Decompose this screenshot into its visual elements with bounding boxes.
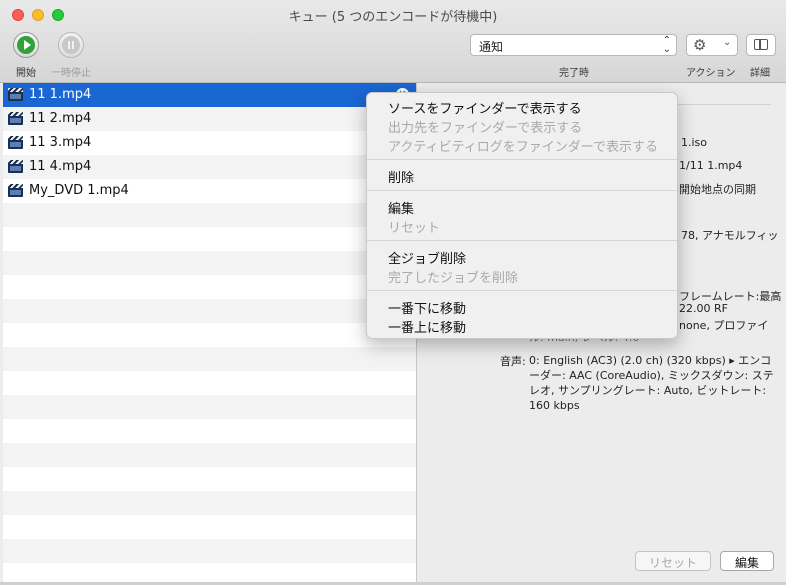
detail-range-fragment: 開始地点の同期 — [679, 183, 756, 196]
start-icon — [17, 36, 35, 54]
menu-item-move-to-bottom[interactable]: 一番下に移動 — [388, 298, 466, 317]
menu-separator — [367, 240, 677, 241]
detail-source-fragment: 1.iso — [681, 136, 708, 149]
menu-separator — [367, 190, 677, 191]
window-title: キュー (5 つのエンコードが待機中) — [288, 10, 498, 25]
queue-window: キュー (5 つのエンコードが待機中) 開始 一時停止 通知 ⌃ ⌄ 完了時 ⚙ … — [0, 0, 786, 585]
queue-list[interactable]: 11 1.mp4 ✕ 11 2.mp4 11 3.mp4 11 4.mp4 My… — [3, 83, 417, 582]
detail-profile-fragment: none, プロファイ — [679, 319, 769, 332]
menu-item-delete-all-jobs[interactable]: 全ジョブ削除 — [388, 248, 466, 267]
action-label: アクション — [686, 68, 736, 79]
updown-arrows-icon: ⌃ ⌄ — [662, 35, 671, 55]
queue-item-name: 11 4.mp4 — [29, 159, 92, 174]
toolbar: キュー (5 つのエンコードが待機中) 開始 一時停止 通知 ⌃ ⌄ 完了時 ⚙ … — [0, 0, 786, 83]
menu-separator — [367, 159, 677, 160]
pause-label: 一時停止 — [51, 68, 91, 79]
audio-value: 0: English (AC3) (2.0 ch) (320 kbps) ▸ エ… — [529, 354, 774, 412]
queue-item-name: 11 1.mp4 — [29, 87, 92, 102]
queue-item[interactable]: 11 4.mp4 — [3, 155, 416, 179]
start-button[interactable] — [13, 32, 39, 58]
menu-separator — [367, 290, 677, 291]
film-icon — [8, 184, 23, 197]
film-icon — [8, 160, 23, 173]
queue-item[interactable]: 11 2.mp4 — [3, 107, 416, 131]
edit-button[interactable]: 編集 — [720, 551, 774, 571]
queue-item-name: 11 3.mp4 — [29, 135, 92, 150]
reset-button[interactable]: リセット — [635, 551, 711, 571]
film-icon — [8, 88, 23, 101]
detail-dimensions-fragment: 78, アナモルフィッ — [681, 229, 779, 242]
queue-item[interactable]: 11 1.mp4 ✕ — [3, 83, 416, 107]
menu-item-delete[interactable]: 削除 — [388, 167, 414, 186]
pause-button[interactable] — [58, 32, 84, 58]
film-icon — [8, 112, 23, 125]
start-label: 開始 — [16, 68, 36, 79]
when-done-select[interactable]: 通知 ⌃ ⌄ — [470, 34, 677, 56]
menu-item-reset[interactable]: リセット — [388, 217, 440, 236]
menu-item-edit[interactable]: 編集 — [388, 198, 414, 217]
gear-icon: ⚙ — [693, 36, 707, 54]
audio-label: 音声: — [500, 355, 526, 368]
detail-quality-fragment: 22.00 RF — [679, 302, 728, 315]
when-done-label: 完了時 — [559, 68, 589, 79]
queue-item[interactable]: 11 3.mp4 — [3, 131, 416, 155]
sidebar-panel-icon — [754, 39, 768, 50]
menu-item-delete-completed-jobs[interactable]: 完了したジョブを削除 — [388, 267, 518, 286]
queue-item[interactable]: My_DVD 1.mp4 — [3, 179, 416, 203]
queue-item-name: My_DVD 1.mp4 — [29, 183, 129, 198]
chevron-down-icon: ⌄ — [723, 37, 732, 48]
detail-label: 詳細 — [750, 68, 770, 79]
menu-item-show-activity-log[interactable]: アクティビティログをファインダーで表示する — [388, 136, 658, 155]
menu-item-show-source[interactable]: ソースをファインダーで表示する — [388, 98, 582, 117]
queue-item-name: 11 2.mp4 — [29, 111, 92, 126]
when-done-value: 通知 — [479, 40, 504, 54]
pause-icon — [62, 36, 80, 54]
menu-item-show-destination[interactable]: 出力先をファインダーで表示する — [388, 117, 582, 136]
menu-item-move-to-top[interactable]: 一番上に移動 — [388, 317, 466, 336]
detail-toggle-button[interactable] — [746, 34, 776, 56]
action-menu-button[interactable]: ⚙ ⌄ — [686, 34, 738, 56]
detail-destination-fragment: 1/11 1.mp4 — [679, 159, 743, 172]
context-menu: ソースをファインダーで表示する 出力先をファインダーで表示する アクティビティロ… — [366, 92, 678, 339]
film-icon — [8, 136, 23, 149]
